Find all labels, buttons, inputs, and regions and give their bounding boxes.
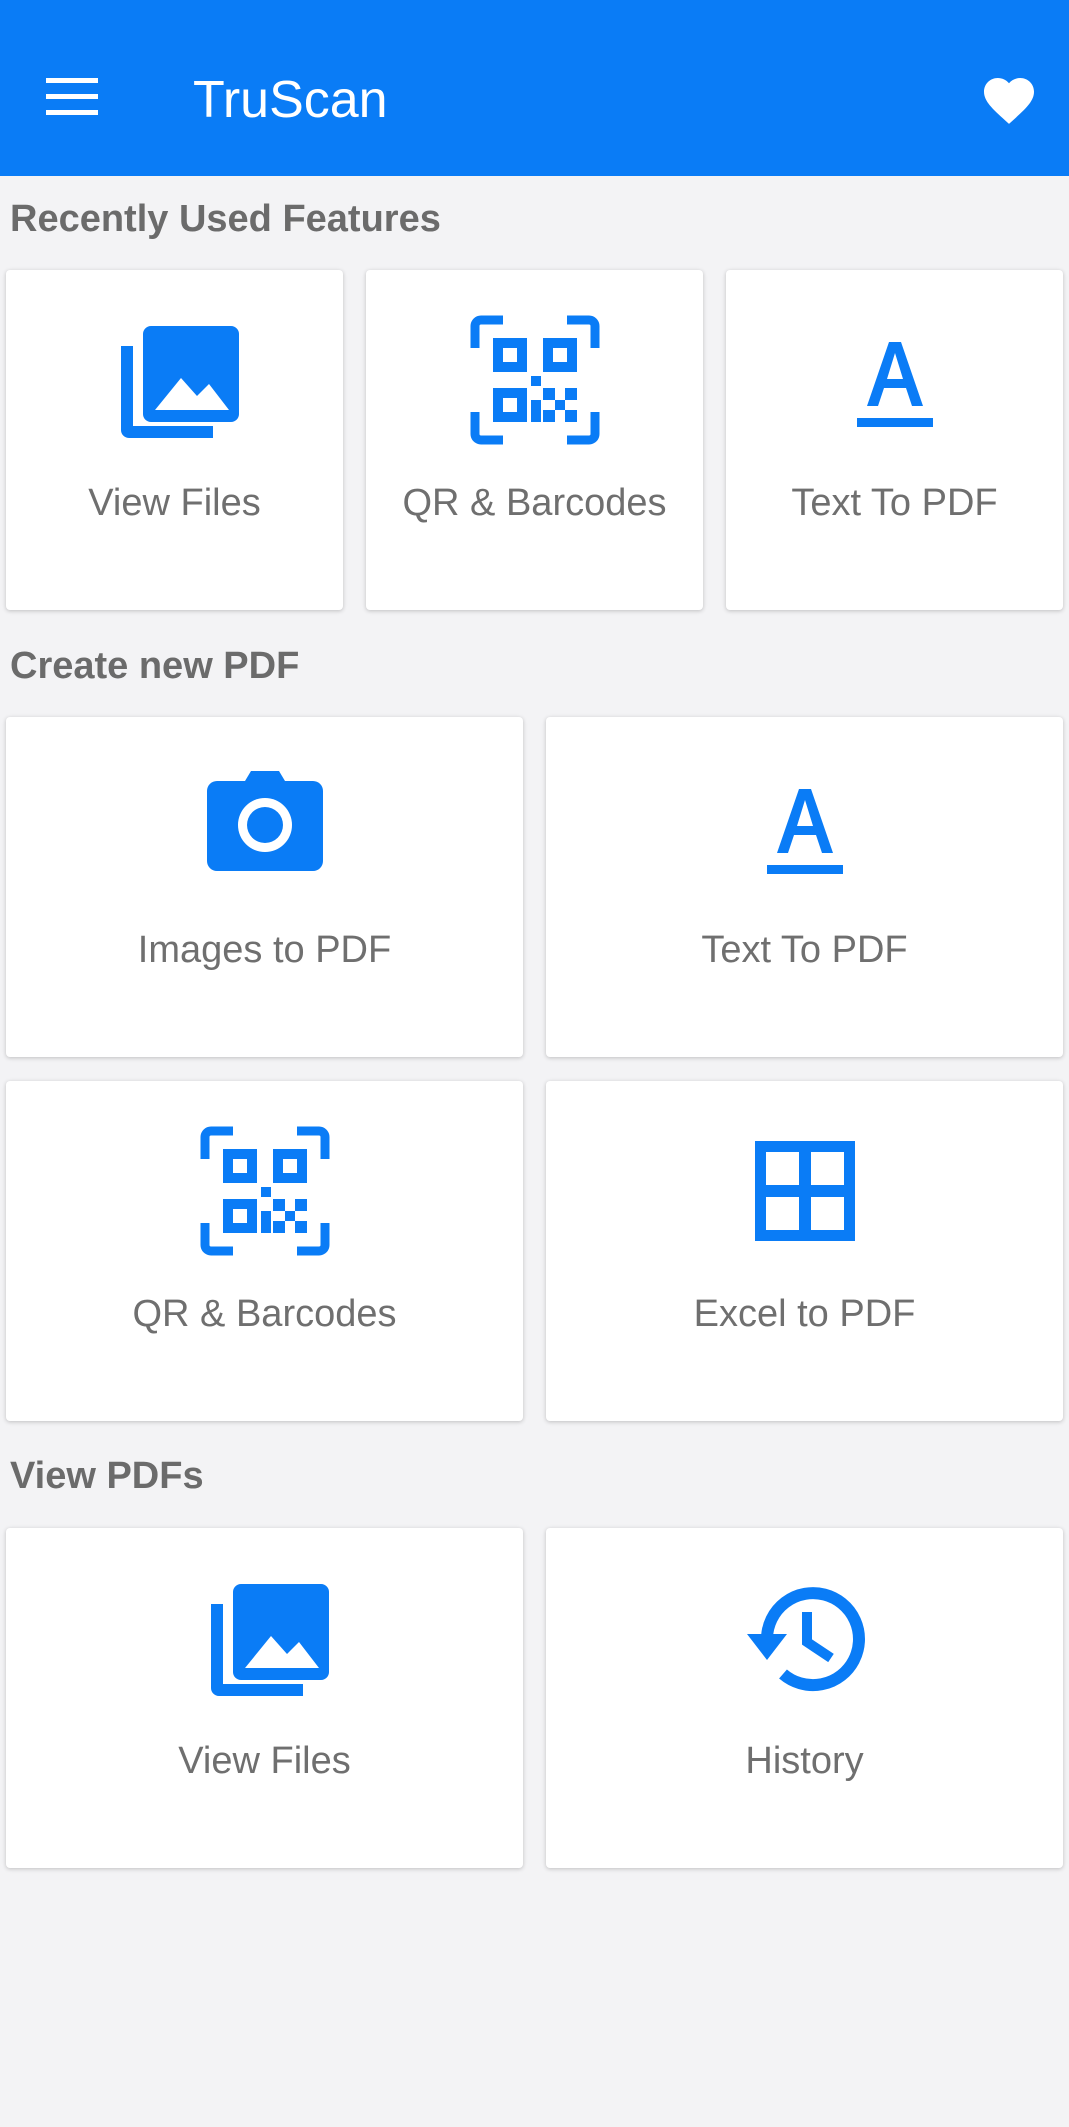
- card-label: Images to PDF: [137, 929, 392, 971]
- section-title-create: Create new PDF: [10, 645, 300, 687]
- image-gallery-icon: [195, 1568, 335, 1708]
- history-icon: [735, 1568, 875, 1708]
- camera-icon: [195, 757, 335, 897]
- qr-code-scan-icon: [195, 1121, 335, 1261]
- image-gallery-icon: [105, 310, 245, 450]
- card-label: QR & Barcodes: [402, 482, 667, 524]
- card-excel-to-pdf[interactable]: Excel to PDF: [546, 1081, 1063, 1421]
- hamburger-menu-icon: [46, 78, 98, 115]
- qr-code-scan-icon: [465, 310, 605, 450]
- menu-button[interactable]: [34, 64, 108, 130]
- card-images-to-pdf[interactable]: Images to PDF: [6, 717, 523, 1057]
- card-label: Text To PDF: [701, 929, 908, 971]
- grid-icon: [735, 1121, 875, 1261]
- card-history[interactable]: History: [546, 1528, 1063, 1868]
- card-recent-qr-barcodes[interactable]: QR & Barcodes: [366, 270, 703, 610]
- card-view-files[interactable]: View Files: [6, 1528, 523, 1868]
- card-recent-view-files[interactable]: View Files: [6, 270, 343, 610]
- card-label: History: [745, 1740, 864, 1782]
- favorite-button[interactable]: [965, 62, 1055, 138]
- app-title: TruScan: [193, 71, 388, 129]
- text-format-icon: [735, 757, 875, 897]
- app-bar: TruScan: [0, 0, 1069, 176]
- card-label: Excel to PDF: [693, 1293, 916, 1335]
- section-title-view: View PDFs: [10, 1455, 204, 1497]
- heart-icon: [984, 78, 1034, 124]
- card-label: QR & Barcodes: [132, 1293, 397, 1335]
- card-label: Text To PDF: [791, 482, 998, 524]
- text-format-icon: [825, 310, 965, 450]
- section-title-recent: Recently Used Features: [10, 198, 441, 240]
- card-create-text-to-pdf[interactable]: Text To PDF: [546, 717, 1063, 1057]
- card-create-qr-barcodes[interactable]: QR & Barcodes: [6, 1081, 523, 1421]
- card-label: View Files: [178, 1740, 351, 1782]
- card-label: View Files: [88, 482, 261, 524]
- card-recent-text-to-pdf[interactable]: Text To PDF: [726, 270, 1063, 610]
